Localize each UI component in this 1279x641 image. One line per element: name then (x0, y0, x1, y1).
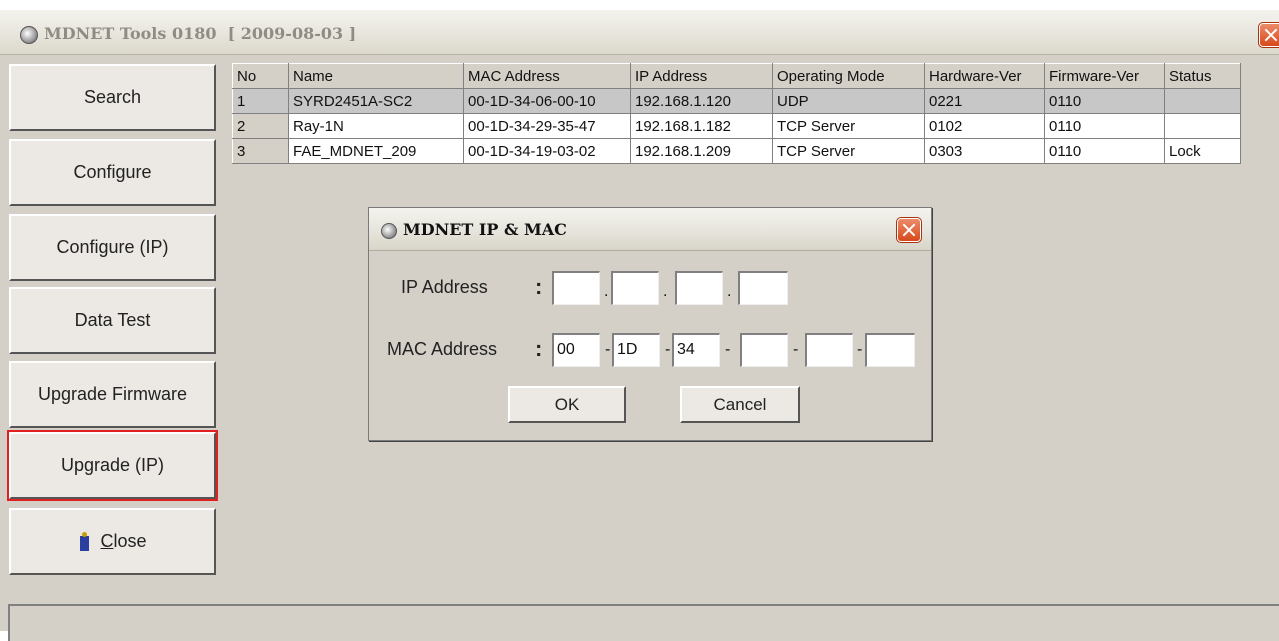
mac-dash-2: - (665, 341, 671, 358)
cell-mac: 00-1D-34-29-35-47 (463, 113, 631, 139)
sidebar: Search Configure Configure (IP) Data Tes… (0, 55, 234, 597)
cell-ip: 192.168.1.182 (630, 113, 773, 139)
upgrade-firmware-button[interactable]: Upgrade Firmware (9, 361, 216, 428)
close-label: Close (100, 531, 147, 551)
cell-fw: 0110 (1044, 88, 1165, 114)
status-bar (8, 604, 1279, 641)
cell-name: FAE_MDNET_209 (288, 138, 464, 164)
row-number: 2 (232, 113, 289, 139)
mac-dash-5: - (857, 341, 863, 358)
configure-button[interactable]: Configure (9, 139, 216, 206)
col-header-ip[interactable]: IP Address (630, 63, 773, 89)
table-row[interactable]: 3 FAE_MDNET_209 00-1D-34-19-03-02 192.16… (232, 138, 1241, 164)
ip-colon: : (535, 274, 543, 299)
configure-ip-button[interactable]: Configure (IP) (9, 214, 216, 281)
cell-fw: 0110 (1044, 113, 1165, 139)
ip-octet-4-input[interactable] (738, 271, 788, 305)
cell-fw: 0110 (1044, 138, 1165, 164)
cell-hw: 0303 (924, 138, 1045, 164)
cell-name: Ray-1N (288, 113, 464, 139)
cell-ip: 192.168.1.120 (630, 88, 773, 114)
table-row[interactable]: 2 Ray-1N 00-1D-34-29-35-47 192.168.1.182… (232, 113, 1241, 139)
mac-address-row: MAC Address : 00 - 1D - 34 - - - (369, 333, 931, 367)
mac-byte-3-input[interactable]: 34 (672, 333, 720, 367)
ip-dot-2: . (663, 283, 668, 300)
ip-octet-1-input[interactable] (552, 271, 600, 305)
col-header-hw[interactable]: Hardware-Ver (924, 63, 1045, 89)
ip-address-row: IP Address : . . . (369, 271, 931, 305)
col-header-mode[interactable]: Operating Mode (772, 63, 925, 89)
table-header-row: No Name MAC Address IP Address Operating… (232, 63, 1241, 89)
mac-byte-5-input[interactable] (805, 333, 853, 367)
cell-ip: 192.168.1.209 (630, 138, 773, 164)
mac-byte-6-input[interactable] (865, 333, 915, 367)
ok-button[interactable]: OK (508, 386, 626, 423)
ip-dot-1: . (604, 283, 609, 300)
mac-dash-1: - (605, 341, 611, 358)
cell-status (1164, 113, 1241, 139)
row-number: 3 (232, 138, 289, 164)
col-header-name[interactable]: Name (288, 63, 464, 89)
device-table: No Name MAC Address IP Address Operating… (232, 63, 1241, 164)
table-row[interactable]: 1 SYRD2451A-SC2 00-1D-34-06-00-10 192.16… (232, 88, 1241, 114)
ip-mac-dialog: MDNET IP & MAC IP Address : . . . MAC Ad… (368, 207, 932, 441)
mac-colon: : (535, 336, 543, 361)
cell-mode: TCP Server (772, 138, 925, 164)
mac-byte-1-input[interactable]: 00 (552, 333, 600, 367)
cell-mac: 00-1D-34-19-03-02 (463, 138, 631, 164)
mac-byte-4-input[interactable] (740, 333, 788, 367)
col-header-no[interactable]: No (232, 63, 289, 89)
ip-octet-2-input[interactable] (611, 271, 659, 305)
window-title: MDNET Tools 0180 [ 2009-08-03 ] (44, 24, 357, 43)
door-exit-icon (78, 531, 92, 552)
col-header-mac[interactable]: MAC Address (463, 63, 631, 89)
cell-hw: 0102 (924, 113, 1045, 139)
dialog-title: MDNET IP & MAC (403, 220, 567, 239)
cell-hw: 0221 (924, 88, 1045, 114)
close-button[interactable]: Close (9, 508, 216, 575)
title-bar: MDNET Tools 0180 [ 2009-08-03 ] (0, 10, 1279, 55)
dialog-title-bar: MDNET IP & MAC (369, 208, 931, 251)
cell-status (1164, 88, 1241, 114)
col-header-status[interactable]: Status (1164, 63, 1241, 89)
mac-dash-4: - (793, 341, 799, 358)
ip-address-label: IP Address (401, 277, 488, 297)
row-number: 1 (232, 88, 289, 114)
cell-status: Lock (1164, 138, 1241, 164)
data-test-button[interactable]: Data Test (9, 287, 216, 354)
cell-mac: 00-1D-34-06-00-10 (463, 88, 631, 114)
mac-byte-2-input[interactable]: 1D (612, 333, 660, 367)
col-header-fw[interactable]: Firmware-Ver (1044, 63, 1165, 89)
search-button[interactable]: Search (9, 64, 216, 131)
dialog-app-icon (381, 223, 397, 239)
mac-dash-3: - (725, 341, 731, 358)
cell-mode: UDP (772, 88, 925, 114)
cell-name: SYRD2451A-SC2 (288, 88, 464, 114)
dialog-close-button[interactable] (896, 217, 922, 243)
upgrade-ip-button[interactable]: Upgrade (IP) (7, 430, 218, 501)
cancel-button[interactable]: Cancel (680, 386, 800, 423)
mac-address-label: MAC Address (387, 339, 498, 359)
ip-dot-3: . (727, 283, 732, 300)
ip-octet-3-input[interactable] (675, 271, 723, 305)
cell-mode: TCP Server (772, 113, 925, 139)
window-close-button[interactable] (1258, 22, 1279, 48)
app-icon (20, 26, 38, 44)
